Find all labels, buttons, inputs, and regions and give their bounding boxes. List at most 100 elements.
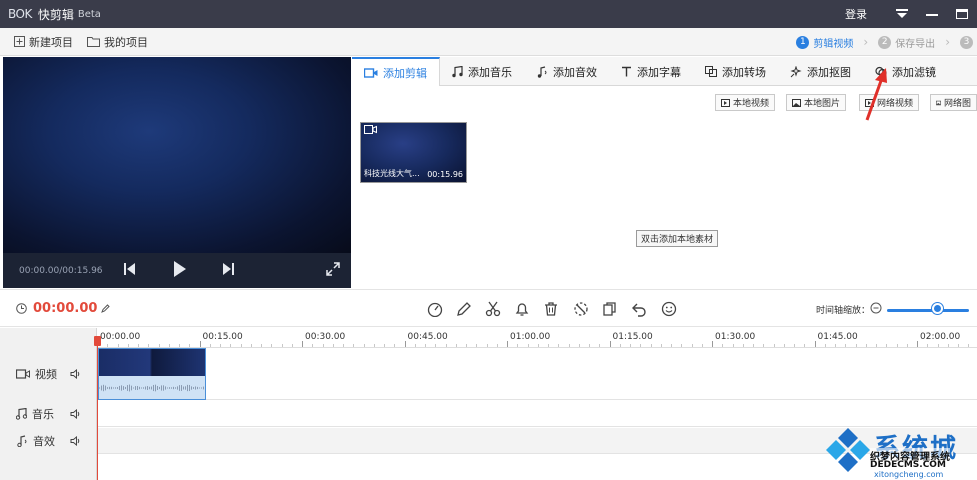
play-icon[interactable] [173,260,187,281]
waveform-bar [203,386,204,390]
tab-add-clip[interactable]: 添加剪辑 [352,57,440,86]
ruler-minor-tick [906,344,908,347]
waveform-bar [143,387,144,389]
ruler-minor-tick [671,344,672,347]
undo-icon[interactable] [630,300,648,318]
ruler-time-label: 02:00.00 [920,332,961,342]
waveform-bar [175,387,176,389]
waveform-bar [123,386,124,390]
ruler-minor-tick [394,344,396,347]
fullscreen-icon[interactable] [326,262,340,279]
tab-add-transition[interactable]: 添加转场 [693,57,778,86]
ruler-minor-tick [261,344,262,347]
pencil-icon[interactable] [455,300,473,318]
ruler-minor-tick [148,344,150,347]
new-project-icon [14,36,25,47]
playhead[interactable] [97,336,98,480]
volume-icon[interactable] [70,409,81,419]
timeline-zoom-slider[interactable] [887,309,969,312]
waveform-bar [103,384,104,392]
ruler-minor-tick [445,344,447,347]
bell-icon[interactable] [513,300,531,318]
ruler-minor-tick [312,344,314,347]
waveform-bar [141,387,142,389]
timeline-ruler[interactable]: 00:00.00 00:15.00 00:30.00 00:45.00 01:00.00… [97,328,977,348]
volume-icon[interactable] [70,369,81,379]
step-save-export[interactable]: 2 保存导出 [878,35,935,50]
ruler-minor-tick [896,344,898,347]
waveform-bar [157,385,158,391]
my-projects-button[interactable]: 我的项目 [87,34,148,50]
tab-label: 添加字幕 [637,65,681,79]
ruler-minor-tick [681,344,683,347]
tab-label: 添加剪辑 [383,66,427,80]
copy-icon[interactable] [601,300,619,318]
zoom-slider-handle[interactable] [932,303,943,314]
ruler-minor-tick [189,344,191,347]
waveform-bar [119,385,120,391]
timeline-video-clip[interactable] [98,348,206,400]
previous-frame-icon[interactable] [124,262,136,279]
waveform-bar [129,384,130,392]
step-edit-video[interactable]: 1 剪辑视频 [796,35,853,50]
waveform-bar [105,385,106,391]
waveform-bar [171,387,172,389]
media-clip-thumbnail[interactable]: 科技光线大气... 00:15.96 [360,122,467,183]
tab-add-subtitle[interactable]: 添加字幕 [609,57,693,86]
tab-add-matting[interactable]: 添加抠图 [778,57,863,86]
scissors-icon[interactable] [484,300,502,318]
ruler-minor-tick [660,344,662,347]
waveform-bar [117,387,118,389]
step-three[interactable]: 3 [960,35,977,49]
volume-icon[interactable] [70,436,81,446]
waveform-bar [115,387,116,389]
local-image-button[interactable]: 本地图片 [786,94,847,111]
tab-add-music[interactable]: 添加音乐 [440,57,524,86]
tab-label: 添加音乐 [468,65,512,79]
ruler-time-label: 01:30.00 [715,332,756,342]
my-projects-label: 我的项目 [104,35,148,49]
edit-time-icon[interactable] [101,304,111,313]
ruler-minor-tick [589,344,590,347]
crop-icon[interactable] [572,300,590,318]
clip-name: 科技光线大气... [364,169,420,178]
minimize-icon[interactable] [917,0,947,28]
track-sfx-label: 音效 [33,435,55,448]
playhead-handle[interactable] [94,336,101,346]
dropdown-menu-icon[interactable] [887,0,917,28]
emoji-sticker-icon[interactable] [660,300,678,318]
ruler-minor-tick [578,344,580,347]
camera-icon [16,369,30,379]
web-image-button[interactable]: 网络图 [930,94,977,111]
ruler-minor-tick [937,344,939,347]
tab-add-sound-effect[interactable]: 添加音效 [524,57,609,86]
maximize-icon[interactable] [947,0,977,28]
new-project-button[interactable]: 新建项目 [14,34,73,50]
track-music-label: 音乐 [32,408,54,421]
track-video-label: 视频 [35,368,57,381]
speed-icon[interactable] [426,300,444,318]
ruler-minor-tick [220,344,221,347]
title-bar: BOK 快剪辑 Beta 登录 [0,0,977,28]
step-number: 3 [960,35,973,49]
ruler-minor-tick [599,344,601,347]
ruler-minor-tick [701,344,703,347]
next-frame-icon[interactable] [222,262,234,279]
ruler-minor-tick [373,344,375,347]
clip-duration: 00:15.96 [427,170,463,179]
login-button[interactable]: 登录 [845,6,867,22]
folder-icon [87,37,100,47]
ruler-minor-tick [865,344,867,347]
menu-bar: 新建项目 我的项目 1 剪辑视频 › 2 保存导出 › 3 [0,28,977,56]
clock-icon [16,303,27,314]
delete-icon[interactable] [542,300,560,318]
ruler-minor-tick [414,344,416,347]
zoom-out-icon[interactable] [870,302,882,314]
watermark-logo-icon [826,428,870,472]
ruler-minor-tick [343,344,344,347]
video-track-lane[interactable] [98,348,977,400]
ruler-minor-tick [753,344,754,347]
waveform-bar [167,387,168,389]
local-video-button[interactable]: 本地视频 [715,94,776,111]
ruler-minor-tick [640,344,642,347]
